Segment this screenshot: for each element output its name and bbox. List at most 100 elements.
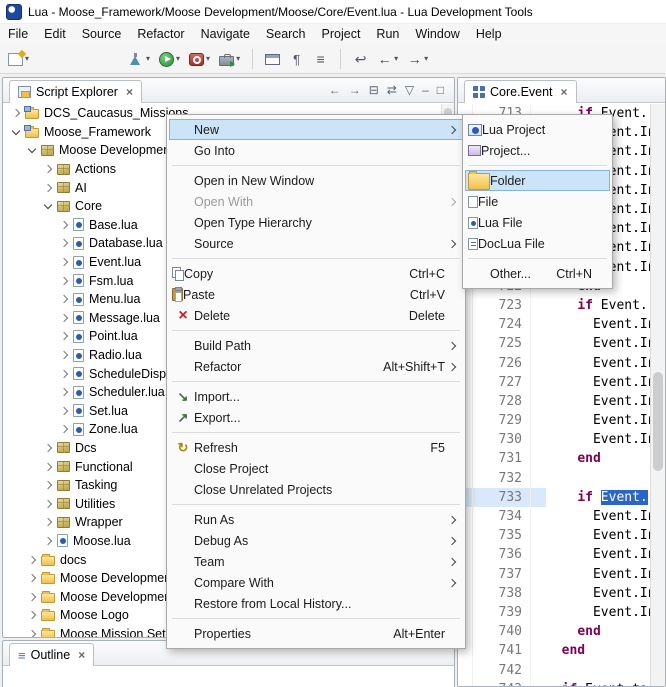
tab-core-event[interactable]: Core.Event ×: [464, 80, 577, 103]
code-line[interactable]: 742: [458, 660, 650, 679]
view-back-icon[interactable]: ←: [329, 84, 341, 96]
view-menu-icon[interactable]: ▽: [405, 84, 414, 96]
expander-icon[interactable]: [57, 292, 71, 306]
expander-icon[interactable]: [57, 218, 71, 232]
open-element-button[interactable]: [262, 47, 283, 71]
expander-icon[interactable]: [25, 143, 39, 157]
menu-item-doclua-file[interactable]: DocLua File: [465, 233, 610, 254]
back-button[interactable]: ▾: [374, 47, 401, 71]
code-line[interactable]: 723 if Event.: [458, 296, 650, 315]
menu-item-debug-as[interactable]: Debug As: [169, 530, 463, 551]
expander-icon[interactable]: [57, 274, 71, 288]
forward-button[interactable]: ▾: [404, 47, 431, 71]
expander-icon[interactable]: [41, 162, 55, 176]
expander-icon[interactable]: [41, 181, 55, 195]
expander-icon[interactable]: [57, 385, 71, 399]
dropdown-caret-icon[interactable]: ▾: [236, 55, 240, 63]
expander-icon[interactable]: [25, 608, 39, 622]
editor-scrollbar[interactable]: [650, 104, 665, 686]
menu-item-run-as[interactable]: Run As: [169, 509, 463, 530]
code-line[interactable]: 739 Event.Ini: [458, 603, 650, 622]
run-button[interactable]: ▾: [156, 47, 183, 71]
expander-icon[interactable]: [9, 106, 23, 120]
expander-icon[interactable]: [57, 329, 71, 343]
code-line[interactable]: 743 if Event.ta: [458, 680, 650, 686]
menu-item-folder[interactable]: Folder: [465, 170, 610, 191]
menu-item-copy[interactable]: CopyCtrl+C: [169, 263, 463, 284]
expander-icon[interactable]: [57, 311, 71, 325]
expander-icon[interactable]: [41, 534, 55, 548]
expander-icon[interactable]: [41, 478, 55, 492]
menu-item-close-project[interactable]: Close Project: [169, 458, 463, 479]
last-edit-location-button[interactable]: [350, 47, 371, 71]
expander-icon[interactable]: [9, 125, 23, 139]
code-line[interactable]: 736 Event.Ini: [458, 545, 650, 564]
collapse-all-icon[interactable]: ⊟: [369, 84, 379, 96]
profile-button[interactable]: ▾: [186, 47, 213, 71]
expander-icon[interactable]: [25, 553, 39, 567]
menu-item-lua-file[interactable]: Lua File: [465, 212, 610, 233]
menu-search[interactable]: Search: [258, 24, 314, 45]
expander-icon[interactable]: [41, 515, 55, 529]
external-tools-button[interactable]: ▾: [216, 47, 243, 71]
menu-project[interactable]: Project: [314, 24, 369, 45]
expander-icon[interactable]: [57, 404, 71, 418]
menu-item-project[interactable]: Project...: [465, 140, 610, 161]
menu-item-source[interactable]: Source: [169, 233, 463, 254]
menu-item-build-path[interactable]: Build Path: [169, 335, 463, 356]
expander-icon[interactable]: [57, 367, 71, 381]
close-icon[interactable]: ×: [126, 85, 133, 99]
code-line[interactable]: 733 if Event.: [458, 488, 650, 507]
menu-item-refresh[interactable]: RefreshF5: [169, 437, 463, 458]
code-line[interactable]: 738 Event.Ini: [458, 584, 650, 603]
menu-item-other[interactable]: Other...Ctrl+N: [465, 263, 610, 284]
code-line[interactable]: 727 Event.Ini: [458, 373, 650, 392]
code-line[interactable]: 735 Event.Ini: [458, 526, 650, 545]
close-icon[interactable]: ×: [561, 85, 568, 99]
menu-run[interactable]: Run: [368, 24, 407, 45]
dropdown-caret-icon[interactable]: ▾: [176, 55, 180, 63]
code-line[interactable]: 728 Event.Ini: [458, 392, 650, 411]
maximize-icon[interactable]: □: [437, 84, 444, 96]
dropdown-caret-icon[interactable]: ▾: [146, 55, 150, 63]
menu-item-open-with[interactable]: Open With: [169, 191, 463, 212]
menu-file[interactable]: File: [0, 24, 36, 45]
menu-navigate[interactable]: Navigate: [193, 24, 258, 45]
menu-window[interactable]: Window: [407, 24, 467, 45]
expander-icon[interactable]: [57, 255, 71, 269]
menu-item-open-in-new-window[interactable]: Open in New Window: [169, 170, 463, 191]
outline-toggle-button[interactable]: [310, 47, 331, 71]
expander-icon[interactable]: [57, 236, 71, 250]
code-line[interactable]: 734 Event.Ini: [458, 507, 650, 526]
tab-script-explorer[interactable]: Script Explorer ×: [9, 80, 142, 103]
close-icon[interactable]: ×: [78, 648, 85, 662]
menu-item-go-into[interactable]: Go Into: [169, 140, 463, 161]
expander-icon[interactable]: [41, 199, 55, 213]
debug-button[interactable]: ▾: [126, 47, 153, 71]
menu-item-compare-with[interactable]: Compare With: [169, 572, 463, 593]
expander-icon[interactable]: [41, 441, 55, 455]
dropdown-caret-icon[interactable]: ▾: [25, 55, 29, 63]
dropdown-caret-icon[interactable]: ▾: [424, 55, 428, 63]
dropdown-caret-icon[interactable]: ▾: [206, 55, 210, 63]
code-line[interactable]: 729 Event.Ini: [458, 411, 650, 430]
menu-item-export[interactable]: Export...: [169, 407, 463, 428]
menu-item-file[interactable]: File: [465, 191, 610, 212]
code-line[interactable]: 737 Event.Ini: [458, 565, 650, 584]
expander-icon[interactable]: [41, 460, 55, 474]
menu-item-paste[interactable]: PasteCtrl+V: [169, 284, 463, 305]
menu-refactor[interactable]: Refactor: [129, 24, 192, 45]
show-whitespace-button[interactable]: [286, 47, 307, 71]
expander-icon[interactable]: [57, 422, 71, 436]
new-wizard-button[interactable]: ▾: [5, 47, 32, 71]
code-line[interactable]: 732: [458, 469, 650, 488]
menu-item-refactor[interactable]: RefactorAlt+Shift+T: [169, 356, 463, 377]
expander-icon[interactable]: [57, 348, 71, 362]
code-line[interactable]: 730 Event.Ini: [458, 430, 650, 449]
menu-item-import[interactable]: Import...: [169, 386, 463, 407]
menu-item-open-type-hierarchy[interactable]: Open Type Hierarchy: [169, 212, 463, 233]
menu-edit[interactable]: Edit: [36, 24, 74, 45]
view-forward-icon[interactable]: →: [349, 84, 361, 96]
expander-icon[interactable]: [25, 590, 39, 604]
menu-item-delete[interactable]: DeleteDelete: [169, 305, 463, 326]
